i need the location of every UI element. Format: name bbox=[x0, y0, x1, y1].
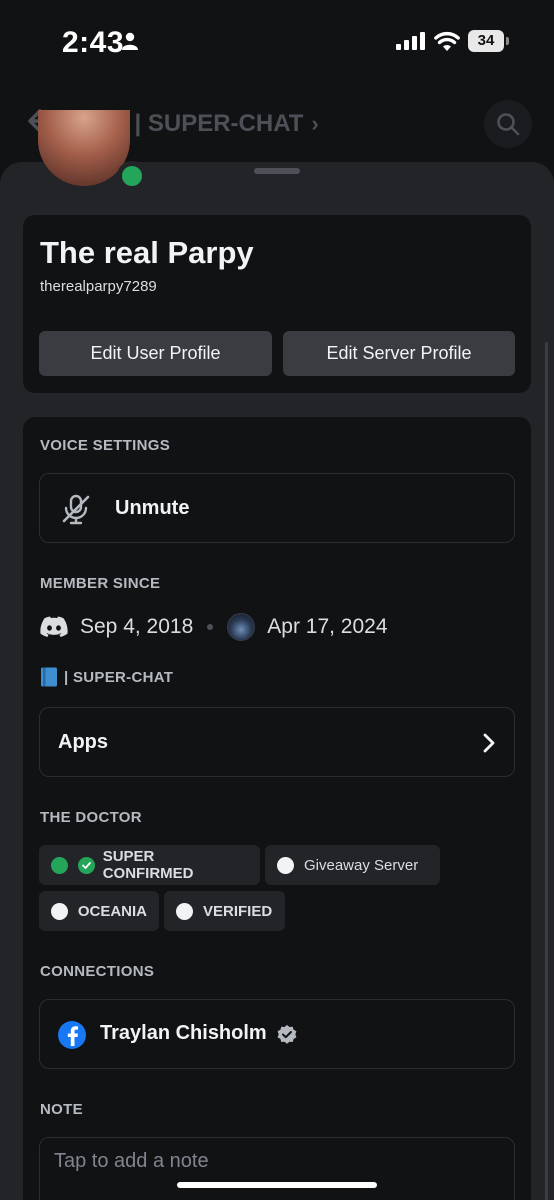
facebook-icon bbox=[58, 1021, 86, 1049]
search-button[interactable] bbox=[484, 100, 532, 148]
separator-dot bbox=[207, 624, 214, 630]
check-icon bbox=[77, 856, 95, 874]
apps-button[interactable]: Apps bbox=[39, 707, 515, 777]
status-time: 2:43 bbox=[62, 26, 125, 59]
edit-server-profile-button[interactable]: Edit Server Profile bbox=[283, 331, 515, 376]
note-label: NOTE bbox=[40, 1101, 83, 1118]
online-status-indicator bbox=[117, 161, 147, 191]
chevron-right-icon bbox=[483, 733, 495, 753]
unmute-label: Unmute bbox=[115, 497, 190, 519]
connection-row[interactable]: Traylan Chisholm bbox=[39, 999, 515, 1069]
role-super-confirmed[interactable]: SUPER CONFIRMED bbox=[39, 845, 260, 885]
discord-join-date: Sep 4, 2018 bbox=[80, 615, 194, 638]
server-icon bbox=[227, 613, 256, 641]
note-input[interactable]: Tap to add a note bbox=[39, 1137, 515, 1200]
role-label: OCEANIA bbox=[77, 902, 147, 920]
connections-label: CONNECTIONS bbox=[40, 963, 155, 980]
scrollbar[interactable] bbox=[545, 342, 548, 1200]
profile-card: The real Parpy therealparpy7289 Edit Use… bbox=[23, 215, 531, 393]
unmute-button[interactable]: Unmute bbox=[39, 473, 515, 543]
display-name: The real Parpy bbox=[40, 235, 254, 270]
role-label: VERIFIED bbox=[203, 902, 273, 920]
screen: 2:43 34 99 # bbox=[0, 0, 554, 1200]
status-bar: 2:43 34 bbox=[0, 0, 554, 90]
role-oceania[interactable]: OCEANIA bbox=[39, 891, 159, 931]
channel-chevron-icon: › bbox=[311, 110, 319, 136]
channel-label: | SUPER-CHAT bbox=[64, 668, 174, 686]
wifi-icon bbox=[434, 31, 460, 51]
role-color-dot bbox=[277, 856, 294, 874]
home-indicator[interactable] bbox=[177, 1182, 377, 1188]
member-since-row: Sep 4, 2018 Apr 17, 2024 bbox=[40, 612, 388, 642]
note-placeholder: Tap to add a note bbox=[54, 1150, 209, 1172]
role-label: Giveaway Server bbox=[304, 856, 419, 874]
channel-row: | SUPER-CHAT bbox=[40, 667, 173, 687]
roles-label: THE DOCTOR bbox=[40, 809, 142, 826]
username: therealparpy7289 bbox=[40, 278, 157, 295]
channel-name: | SUPER-CHAT bbox=[134, 109, 304, 137]
discord-icon bbox=[40, 616, 68, 637]
edit-user-profile-button[interactable]: Edit User Profile bbox=[39, 331, 272, 376]
book-icon bbox=[41, 667, 57, 687]
server-join-date: Apr 17, 2024 bbox=[267, 615, 388, 638]
battery-level: 34 bbox=[477, 32, 495, 49]
profile-sheet: The real Parpy therealparpy7289 Edit Use… bbox=[0, 162, 554, 1200]
voice-settings-label: VOICE SETTINGS bbox=[40, 437, 171, 454]
search-icon bbox=[497, 113, 520, 136]
cellular-signal-icon bbox=[396, 32, 425, 50]
microphone-muted-icon bbox=[62, 494, 90, 525]
role-color-dot bbox=[176, 902, 193, 920]
info-card: VOICE SETTINGS Unmute MEMBER SINCE Sep 4… bbox=[23, 417, 531, 1200]
role-giveaway-server[interactable]: Giveaway Server bbox=[265, 845, 440, 885]
sheet-grabber[interactable] bbox=[254, 168, 300, 174]
role-color-dot bbox=[51, 902, 68, 920]
apps-label: Apps bbox=[58, 731, 108, 753]
battery-icon: 34 bbox=[468, 30, 510, 52]
person-icon bbox=[122, 32, 138, 50]
verified-badge-icon bbox=[277, 1025, 297, 1044]
connection-name: Traylan Chisholm bbox=[100, 1022, 267, 1044]
role-verified[interactable]: VERIFIED bbox=[164, 891, 285, 931]
role-color-dot bbox=[51, 856, 68, 874]
role-label: SUPER CONFIRMED bbox=[102, 848, 194, 882]
member-since-label: MEMBER SINCE bbox=[40, 575, 161, 592]
